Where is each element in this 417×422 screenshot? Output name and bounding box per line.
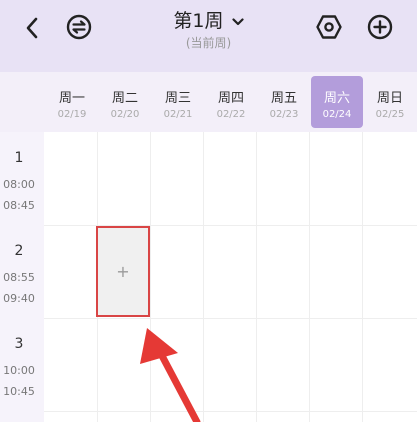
add-course-cell[interactable]: +: [96, 226, 150, 317]
day-date: 02/25: [375, 109, 405, 120]
day-sat[interactable]: 周六 02/24: [311, 76, 363, 128]
day-thu[interactable]: 周四 02/22: [205, 76, 257, 128]
day-name: 周六: [323, 91, 350, 106]
week-title: 第1周: [173, 10, 224, 32]
grid-divider: [309, 132, 310, 422]
timetable-grid: 1 08:00 08:45 2 08:55 09:40 3 10:00 10:4…: [0, 132, 417, 422]
time-column: 1 08:00 08:45 2 08:55 09:40 3 10:00 10:4…: [0, 132, 44, 422]
grid-divider: [44, 318, 417, 319]
grid-divider: [203, 132, 204, 422]
day-tue[interactable]: 周二 02/20: [99, 76, 151, 128]
day-date: 02/24: [322, 109, 352, 120]
slot-number: 2: [14, 243, 24, 259]
slot-start: 08:55: [3, 271, 35, 284]
settings-icon: [316, 15, 342, 39]
day-mon[interactable]: 周一 02/19: [46, 76, 98, 128]
slot-start: 08:00: [3, 178, 35, 191]
day-name: 周一: [58, 91, 85, 106]
day-fri[interactable]: 周五 02/23: [258, 76, 310, 128]
day-name: 周四: [217, 91, 244, 106]
day-name: 周三: [164, 91, 191, 106]
day-date: 02/23: [269, 109, 299, 120]
add-icon: [367, 14, 393, 40]
schedule-screen: 第1周 (当前周) 周一 02/19 周二 02/20 周三 02/21 周四 …: [0, 0, 417, 422]
slot-number: 3: [14, 336, 24, 352]
slot-number: 1: [14, 150, 24, 166]
slot-end: 09:40: [3, 292, 35, 305]
day-date: 02/21: [163, 109, 193, 120]
grid-divider: [150, 132, 151, 422]
day-name: 周日: [376, 91, 403, 106]
day-sun[interactable]: 周日 02/25: [364, 76, 416, 128]
add-course-button[interactable]: [365, 12, 395, 42]
day-date: 02/22: [216, 109, 246, 120]
day-name: 周五: [270, 91, 297, 106]
grid-divider: [44, 411, 417, 412]
slot-end: 08:45: [3, 199, 35, 212]
plus-icon: +: [116, 262, 130, 281]
weekday-header: 周一 02/19 周二 02/20 周三 02/21 周四 02/22 周五 0…: [0, 72, 417, 132]
week-subtitle: (当前周): [185, 36, 232, 50]
day-date: 02/20: [110, 109, 140, 120]
top-bar: 第1周 (当前周): [0, 0, 417, 72]
slot-start: 10:00: [3, 364, 35, 377]
grid-divider: [256, 132, 257, 422]
chevron-down-icon: [231, 17, 244, 25]
slot-end: 10:45: [3, 385, 35, 398]
grid-divider: [362, 132, 363, 422]
day-date: 02/19: [57, 109, 87, 120]
settings-button[interactable]: [314, 12, 344, 42]
day-name: 周二: [111, 91, 138, 106]
day-wed[interactable]: 周三 02/21: [152, 76, 204, 128]
week-selector[interactable]: 第1周: [0, 6, 417, 33]
